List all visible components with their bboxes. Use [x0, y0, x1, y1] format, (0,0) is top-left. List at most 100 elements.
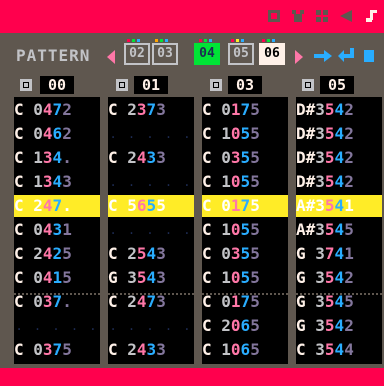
top-bar	[0, 0, 384, 33]
note-row[interactable]: C 1343	[14, 171, 100, 193]
playhead-row[interactable]: A#3541	[296, 195, 382, 217]
pattern-button-active[interactable]: 06	[259, 43, 285, 65]
effect: 5	[250, 220, 260, 239]
next-pattern-icon[interactable]	[295, 50, 303, 64]
note-row[interactable]: G 3542	[296, 315, 382, 337]
octave: 0	[221, 100, 231, 119]
channel-column-1[interactable]: C 2373. . . . . .C 2433. . . . . .C 5655…	[108, 97, 194, 364]
music-editor: PATTERN 02 03 04 05 06 00 01 03 05 C 047…	[0, 0, 384, 386]
note-row[interactable]: C 2065	[202, 315, 288, 337]
note-row[interactable]: C 1055	[202, 171, 288, 193]
octave: 1	[221, 220, 231, 239]
volume: 6	[240, 340, 251, 359]
stop-icon[interactable]	[362, 48, 376, 64]
note: C	[202, 220, 222, 239]
note-row[interactable]: C 1055	[202, 219, 288, 241]
music-icon[interactable]	[360, 6, 380, 26]
channel-column-2[interactable]: C 0175 C 1055 C 0355 C 1055 C 0175 C 1055 C 03…	[202, 97, 288, 364]
playhead-row[interactable]: C 247.	[14, 195, 100, 217]
sfx-icon[interactable]	[336, 6, 356, 26]
note-row[interactable]: C 134.	[14, 147, 100, 169]
loop-back-icon[interactable]	[338, 48, 356, 64]
map-icon[interactable]	[312, 6, 332, 26]
note-row[interactable]: A#3545	[296, 219, 382, 241]
octave: 1	[33, 148, 43, 167]
instrument: 5	[324, 340, 335, 359]
volume: 3	[52, 220, 63, 239]
instrument: 5	[136, 244, 147, 263]
note: C	[108, 340, 128, 359]
sprite-icon[interactable]	[288, 6, 308, 26]
empty-row[interactable]: . . . . . .	[108, 123, 194, 163]
note-row[interactable]: C 0175	[202, 99, 288, 121]
note-row[interactable]: C 0415	[14, 267, 100, 289]
empty-row[interactable]: . . . . . .	[108, 219, 194, 259]
note-row[interactable]: C 2543	[108, 243, 194, 265]
pattern-button[interactable]: 05	[228, 43, 254, 65]
note: C	[14, 124, 34, 143]
octave: 3	[315, 124, 325, 143]
editor-tabs	[264, 6, 380, 26]
note-row[interactable]: C 0355	[202, 147, 288, 169]
channel-toggle[interactable]	[302, 79, 314, 91]
note-row[interactable]: C 2373	[108, 99, 194, 121]
channel-column-0[interactable]: C 0472 C 0462 C 134. C 1343 C 247. C 0431 C 24…	[14, 97, 100, 364]
note-row[interactable]: C 3544	[296, 339, 382, 361]
empty-row[interactable]: . . . . . .	[14, 315, 100, 355]
channel-toggle[interactable]	[20, 79, 32, 91]
note-row[interactable]: D#3542	[296, 147, 382, 169]
instrument: 5	[324, 196, 335, 215]
note-row[interactable]: D#3542	[296, 99, 382, 121]
prev-pattern-icon[interactable]	[107, 50, 115, 64]
note-row[interactable]: G 3542	[296, 267, 382, 289]
note-row[interactable]: C 2433	[108, 147, 194, 169]
note: C	[108, 244, 128, 263]
channel-toggle[interactable]	[116, 79, 128, 91]
volume: 4	[334, 172, 345, 191]
playhead-row[interactable]: C 0175	[202, 195, 288, 217]
note-row[interactable]: C 1055	[202, 267, 288, 289]
effect: 1	[344, 244, 354, 263]
note-row[interactable]: D#3542	[296, 123, 382, 145]
octave: 3	[315, 148, 325, 167]
effect: 5	[250, 244, 260, 263]
note: C	[14, 148, 34, 167]
note-row[interactable]: C 1065	[202, 339, 288, 361]
note-row[interactable]: C 0462	[14, 123, 100, 145]
pattern-button-selected[interactable]: 04	[194, 43, 220, 65]
octave: 0	[221, 244, 231, 263]
instrument: 3	[136, 100, 147, 119]
octave: 1	[221, 340, 231, 359]
octave: 1	[221, 124, 231, 143]
volume: 7	[146, 100, 157, 119]
volume: 4	[334, 100, 345, 119]
volume: 2	[52, 244, 63, 263]
note-row[interactable]: C 0375	[14, 339, 100, 361]
empty-row[interactable]: . . . . . .	[108, 171, 194, 211]
note-row[interactable]: D#3542	[296, 171, 382, 193]
pattern-button[interactable]: 03	[152, 43, 178, 65]
note-row[interactable]: C 0431	[14, 219, 100, 241]
instrument: 1	[230, 196, 241, 215]
note: D#	[296, 148, 316, 167]
note-row[interactable]: G 3543	[108, 267, 194, 289]
instrument: 0	[230, 340, 241, 359]
note: D#	[296, 172, 316, 191]
note-row[interactable]: C 2433	[108, 339, 194, 361]
note-row[interactable]: C 1055	[202, 123, 288, 145]
effect: 5	[344, 220, 354, 239]
pattern-button[interactable]: 02	[124, 43, 150, 65]
instrument: 4	[42, 196, 53, 215]
pattern-channel-dots	[231, 39, 244, 42]
note-row[interactable]: C 0472	[14, 99, 100, 121]
note-row[interactable]: C 0355	[202, 243, 288, 265]
loop-start-icon[interactable]	[314, 48, 332, 64]
note-row[interactable]: G 3741	[296, 243, 382, 265]
empty-row[interactable]: . . . . . .	[108, 315, 194, 355]
note-row[interactable]: C 2425	[14, 243, 100, 265]
code-icon[interactable]	[264, 6, 284, 26]
channel-toggle[interactable]	[210, 79, 222, 91]
instrument: 0	[230, 220, 241, 239]
channel-column-3[interactable]: D#3542 D#3542 D#3542 D#3542 A#3541 A#3545 G 37…	[296, 97, 382, 364]
playhead-row[interactable]: C 5655	[108, 195, 194, 217]
